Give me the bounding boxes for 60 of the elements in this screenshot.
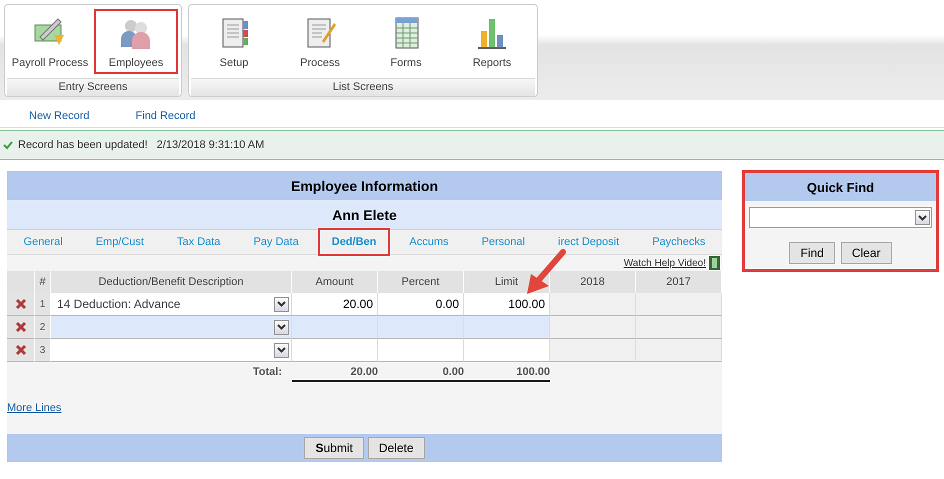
column-header: Percent [378,271,464,293]
ribbon-button[interactable]: Payroll Process [8,9,92,74]
column-header: # [35,271,51,293]
total-value: 0.00 [378,362,464,382]
amount-field[interactable] [292,316,378,339]
percent-field[interactable] [378,316,464,339]
delete-row-button[interactable] [7,293,35,316]
ribbon-button[interactable]: Employees [94,9,178,74]
form-button[interactable]: Submit [304,437,364,459]
employee-name: Ann Elete [7,200,722,229]
quick-find-button[interactable]: Clear [840,242,892,264]
film-icon [709,256,720,270]
form-button[interactable]: Delete [368,437,425,459]
more-lines-link[interactable]: More Lines [7,402,62,414]
percent-field[interactable] [378,339,464,362]
amount-field[interactable] [292,339,378,362]
help-video-link[interactable]: Watch Help Video! [624,258,706,268]
column-header: Amount [292,271,378,293]
limit-field[interactable] [464,339,550,362]
ribbon-button[interactable]: Forms [364,9,448,74]
caret-icon [918,214,927,220]
panel-title: Employee Information [7,171,722,200]
group-label: Entry Screens [7,78,179,96]
amount-field[interactable]: 20.00 [292,293,378,316]
total-value: 100.00 [464,362,550,382]
action-link[interactable]: Find Record [136,110,196,122]
row-number: 3 [35,339,51,362]
quick-find-button[interactable]: Find [789,242,835,264]
column-header: Deduction/Benefit Description [51,271,292,293]
caret-icon [277,324,286,330]
column-header: 2017 [636,271,722,293]
ribbon-button[interactable]: Setup [192,9,276,74]
status-message: Record has been updated! [18,139,148,151]
delete-row-button[interactable] [7,339,35,362]
total-value: 20.00 [292,362,378,382]
caret-icon [277,347,286,353]
ribbon-button[interactable]: Process [278,9,362,74]
column-header: 2018 [550,271,636,293]
description-select[interactable] [51,316,292,339]
action-link[interactable]: New Record [29,110,90,122]
status-timestamp: 2/13/2018 9:31:10 AM [156,139,264,151]
quick-find-title: Quick Find [745,173,936,201]
group-label: List Screens [191,78,535,96]
description-select[interactable]: 14 Deduction: Advance [51,293,292,316]
ribbon-button[interactable]: Reports [450,9,534,74]
limit-field[interactable] [464,316,550,339]
arrow-annotation [525,248,569,296]
delete-icon [14,321,26,333]
total-label: Total: [252,365,283,380]
row-number: 2 [35,316,51,339]
description-select[interactable] [51,339,292,362]
delete-icon [14,298,26,310]
check-icon [3,140,13,150]
quick-find-select[interactable] [749,207,932,228]
row-number: 1 [35,293,51,316]
caret-icon [277,301,286,307]
limit-field[interactable]: 100.00 [464,293,550,316]
percent-field[interactable]: 0.00 [378,293,464,316]
delete-row-button[interactable] [7,316,35,339]
delete-icon [14,344,26,356]
